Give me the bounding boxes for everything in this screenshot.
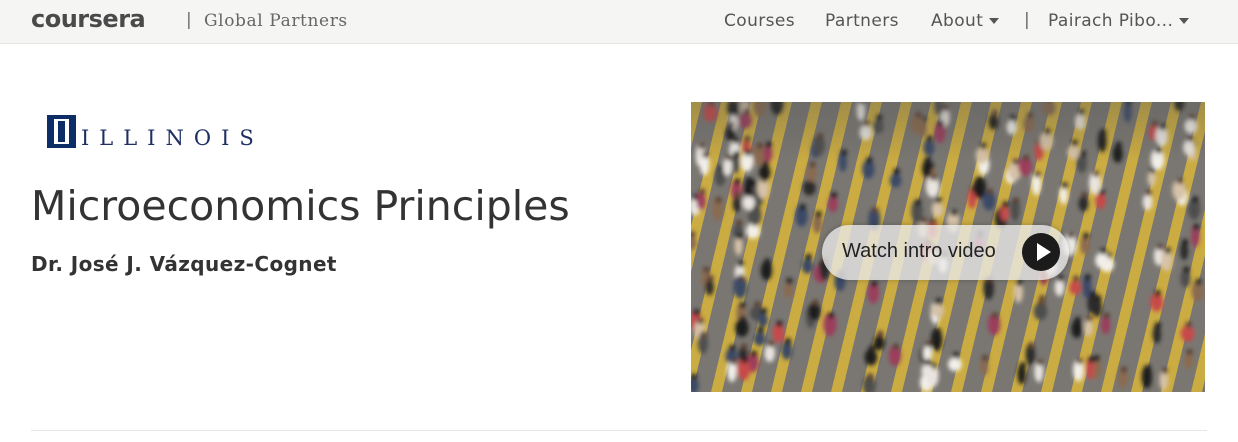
coursera-logo[interactable]: coursera xyxy=(31,5,146,33)
watch-intro-video-button[interactable]: Watch intro video xyxy=(822,225,1069,280)
global-partners-label[interactable]: Global Partners xyxy=(204,11,348,31)
nav-partners[interactable]: Partners xyxy=(825,11,899,31)
course-title: Microeconomics Principles xyxy=(31,182,570,230)
chevron-down-icon xyxy=(989,18,1000,24)
instructor-name[interactable]: Dr. José J. Vázquez-Cognet xyxy=(31,252,337,276)
intro-video-thumbnail[interactable]: Watch intro video xyxy=(691,102,1205,392)
chevron-down-icon xyxy=(1179,18,1190,24)
user-name-label: Pairach Pibo... xyxy=(1048,11,1174,31)
user-menu-dropdown[interactable]: Pairach Pibo... xyxy=(1048,11,1190,31)
nav-separator: | xyxy=(1024,10,1030,30)
watch-intro-video-label: Watch intro video xyxy=(842,240,996,262)
top-navigation-bar: coursera | Global Partners Courses Partn… xyxy=(0,0,1238,44)
university-wordmark: ILLINOIS xyxy=(81,126,264,150)
illinois-block-i-icon xyxy=(47,115,76,148)
section-divider xyxy=(31,430,1207,431)
nav-courses[interactable]: Courses xyxy=(724,11,795,31)
play-icon xyxy=(1022,233,1060,271)
brand-separator: | xyxy=(186,10,192,30)
nav-about-dropdown[interactable]: About xyxy=(931,11,1000,31)
nav-about-label: About xyxy=(931,11,984,31)
